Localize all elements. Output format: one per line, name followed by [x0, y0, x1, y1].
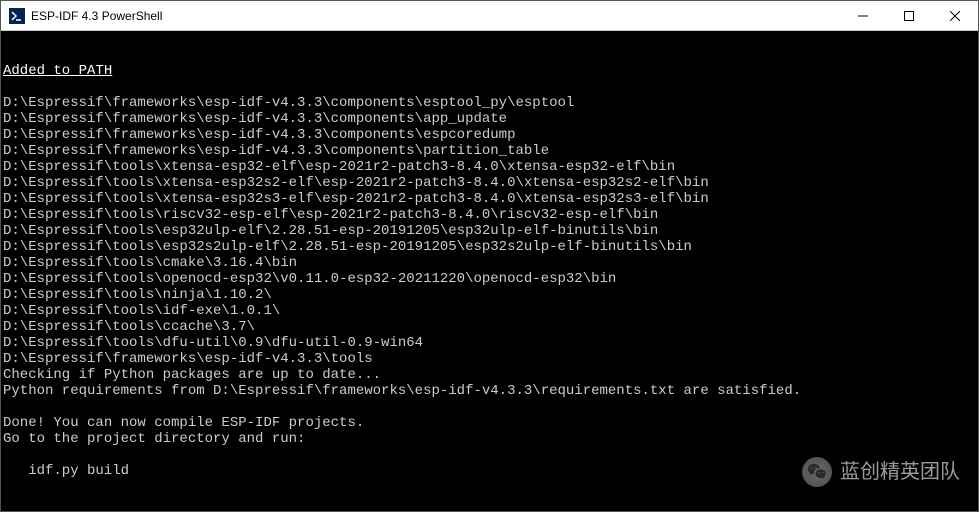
terminal-line [3, 495, 976, 511]
titlebar[interactable]: ESP-IDF 4.3 PowerShell [1, 1, 978, 31]
terminal-line: D:\Espressif\tools\dfu-util\0.9\dfu-util… [3, 335, 976, 351]
terminal-line: D:\Espressif\tools\cmake\3.16.4\bin [3, 255, 976, 271]
terminal-line: D:\Espressif\frameworks\esp-idf-v4.3.3\c… [3, 143, 976, 159]
watermark: 蓝创精英团队 [802, 457, 960, 487]
terminal-line: D:\Espressif\tools\riscv32-esp-elf\esp-2… [3, 207, 976, 223]
terminal-line: D:\Espressif\tools\xtensa-esp32s3-elf\es… [3, 191, 976, 207]
terminal-line: D:\Espressif\tools\xtensa-esp32-elf\esp-… [3, 159, 976, 175]
terminal-line: D:\Espressif\frameworks\esp-idf-v4.3.3\c… [3, 95, 976, 111]
terminal-line: Done! You can now compile ESP-IDF projec… [3, 415, 976, 431]
window-controls [840, 1, 978, 30]
terminal-line: D:\Espressif\tools\esp32s2ulp-elf\2.28.5… [3, 239, 976, 255]
terminal-line: Added to PATH [3, 63, 976, 79]
powershell-icon [9, 8, 25, 24]
window-title: ESP-IDF 4.3 PowerShell [31, 9, 840, 23]
terminal-line: Python requirements from D:\Espressif\fr… [3, 383, 976, 399]
terminal-line [3, 399, 976, 415]
terminal-line: Go to the project directory and run: [3, 431, 976, 447]
terminal-line: D:\Espressif\tools\ninja\1.10.2\ [3, 287, 976, 303]
terminal-line: D:\Espressif\tools\idf-exe\1.0.1\ [3, 303, 976, 319]
terminal-line: D:\Espressif\tools\esp32ulp-elf\2.28.51-… [3, 223, 976, 239]
terminal-line: D:\Espressif\tools\xtensa-esp32s2-elf\es… [3, 175, 976, 191]
watermark-text: 蓝创精英团队 [840, 464, 960, 480]
terminal-line: D:\Espressif\frameworks\esp-idf-v4.3.3\t… [3, 351, 976, 367]
close-button[interactable] [932, 1, 978, 30]
terminal-line: D:\Espressif\tools\ccache\3.7\ [3, 319, 976, 335]
terminal-output[interactable]: Added to PATH D:\Espressif\frameworks\es… [1, 31, 978, 511]
maximize-button[interactable] [886, 1, 932, 30]
terminal-line: D:\Espressif\tools\openocd-esp32\v0.11.0… [3, 271, 976, 287]
terminal-line: D:\Espressif\frameworks\esp-idf-v4.3.3\c… [3, 127, 976, 143]
minimize-button[interactable] [840, 1, 886, 30]
terminal-line: D:\Espressif\frameworks\esp-idf-v4.3.3\c… [3, 111, 976, 127]
terminal-line [3, 79, 976, 95]
window: ESP-IDF 4.3 PowerShell Added to PATH D:\… [0, 0, 979, 512]
wechat-icon [802, 457, 832, 487]
terminal-line: Checking if Python packages are up to da… [3, 367, 976, 383]
